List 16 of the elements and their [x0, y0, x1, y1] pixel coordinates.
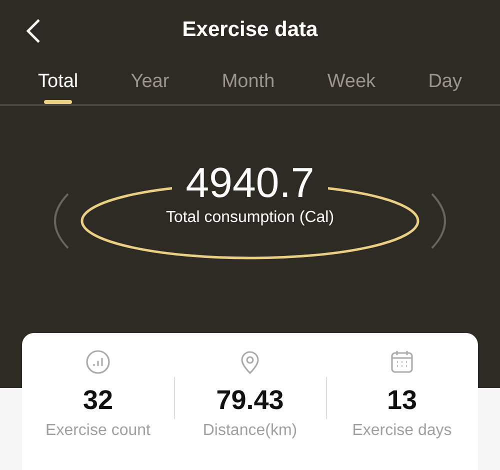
period-tab[interactable]: Day [428, 60, 462, 104]
total-label: Total consumption (Cal) [166, 209, 334, 227]
period-tab[interactable]: Year [130, 60, 170, 104]
bar-chart-icon [85, 349, 111, 375]
period-tab[interactable]: Week [327, 60, 376, 104]
stat-label: Exercise days [352, 422, 452, 440]
stat-value: 32 [82, 385, 114, 416]
stat-value: 79.43 [216, 385, 284, 416]
stat-label: Exercise count [46, 422, 150, 440]
calendar-icon [389, 349, 415, 375]
stat-value: 13 [386, 385, 418, 416]
period-tab[interactable]: Month [222, 60, 275, 104]
page-title: Exercise data [182, 18, 318, 42]
period-tab[interactable]: Total [38, 60, 78, 104]
stat-label: Distance(km) [202, 422, 298, 440]
back-icon[interactable] [24, 18, 42, 44]
